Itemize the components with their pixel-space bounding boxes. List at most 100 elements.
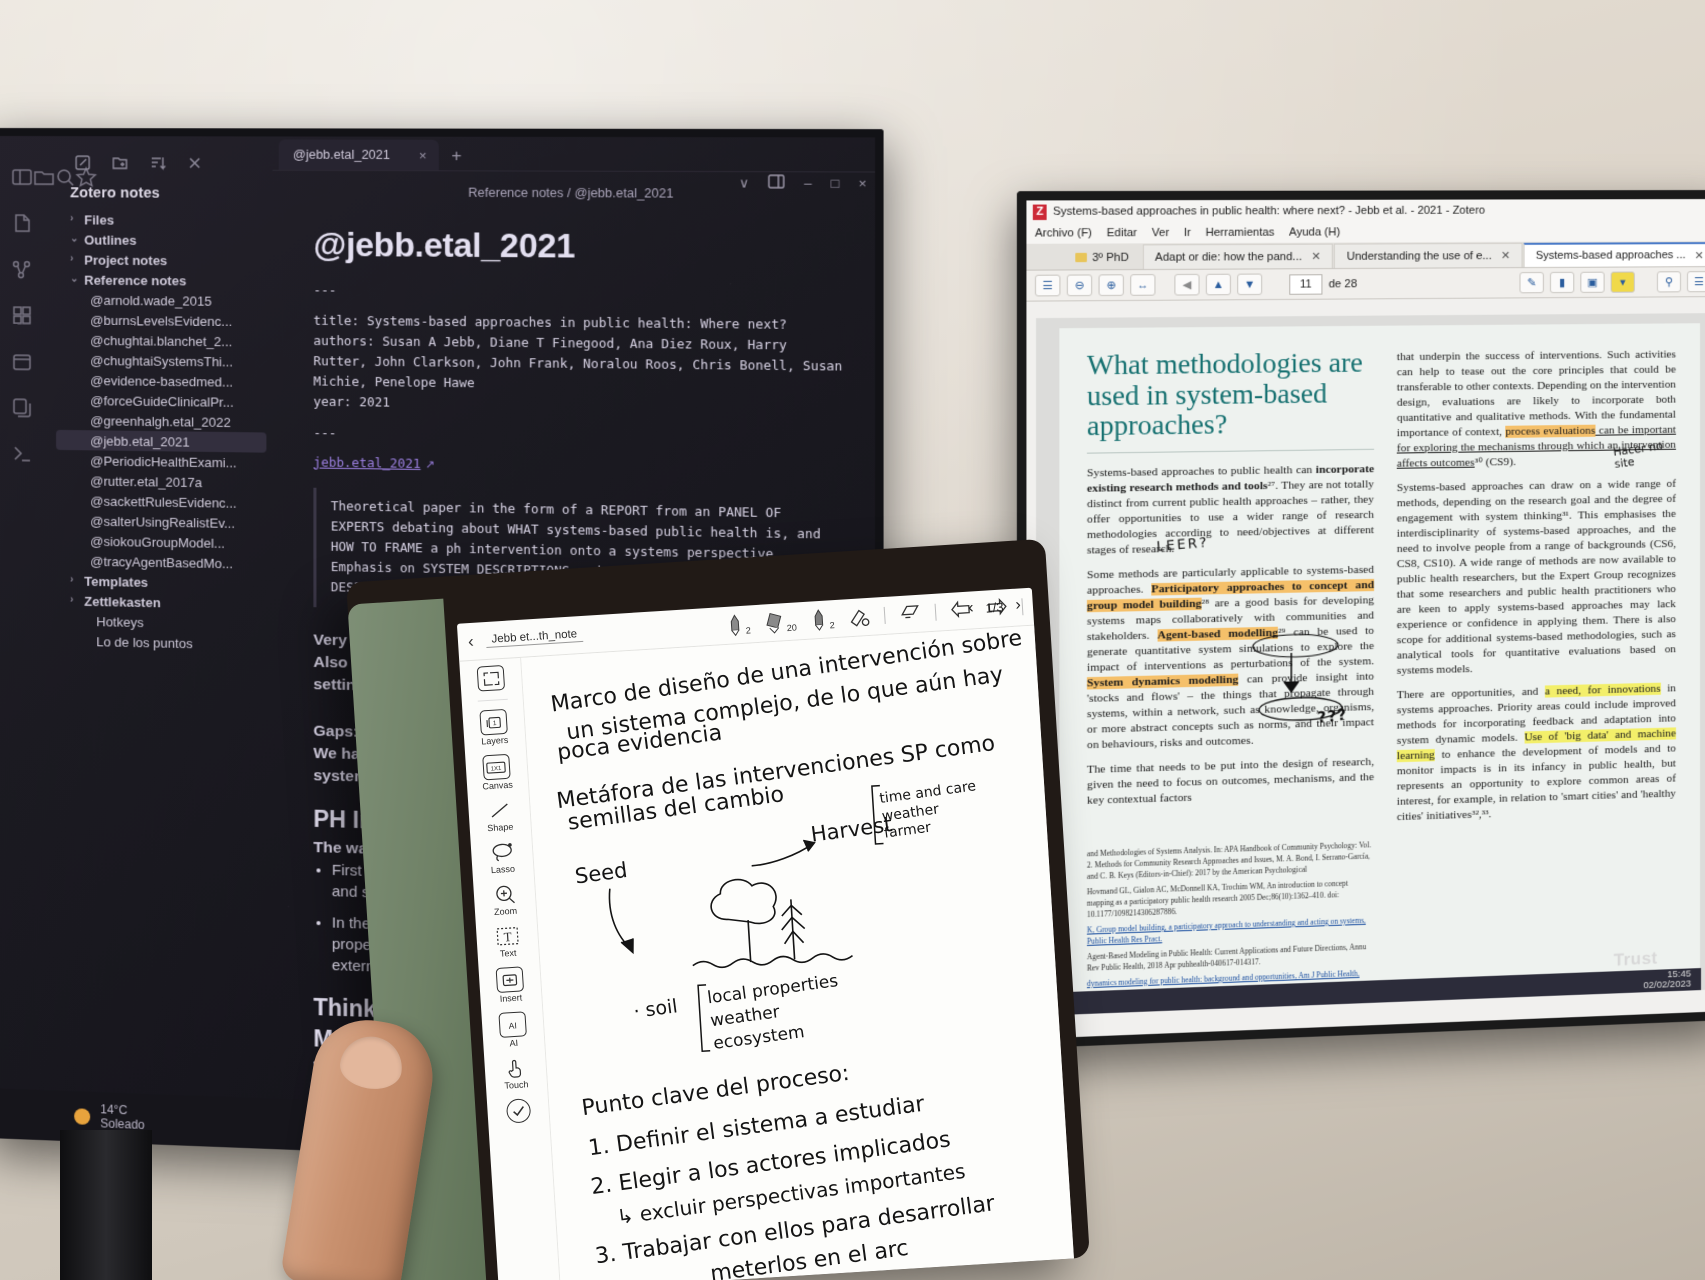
tree-file[interactable]: Lo de los puntos bbox=[56, 630, 266, 654]
tree-folder[interactable]: › Project notes bbox=[56, 249, 266, 270]
tool-ai[interactable]: AI AI bbox=[498, 1011, 527, 1049]
chevron-right-icon[interactable]: › bbox=[70, 253, 79, 264]
confirm-check-icon[interactable] bbox=[505, 1098, 531, 1124]
tree-file[interactable]: @chughtai.blanchet_2... bbox=[56, 330, 266, 352]
tab-understanding-use[interactable]: Understanding the use of e... ✕ bbox=[1334, 242, 1523, 269]
pencil-icon[interactable]: 2 bbox=[810, 608, 835, 631]
external-link[interactable]: jebb.etal_2021 bbox=[313, 454, 420, 471]
obsidian-ribbon[interactable] bbox=[0, 136, 97, 1090]
minimize-icon[interactable]: – bbox=[804, 175, 812, 190]
tree-file[interactable]: @greenhalgh.etal_2022 bbox=[56, 410, 266, 433]
page-up-icon[interactable]: ▲ bbox=[1205, 273, 1231, 296]
obsidian-file-explorer[interactable]: Zotero notes › Files ⌄ Outlines › Project not… bbox=[48, 136, 273, 1098]
tablet-screen[interactable]: ‹ Jebb et...th_note 2 20 2 ‹ 1/3 › 1 Lay… bbox=[456, 587, 1074, 1280]
tool-layers[interactable]: 1 Layers bbox=[479, 708, 509, 746]
area-select-icon[interactable]: ▣ bbox=[1580, 271, 1605, 293]
back-chevron-icon[interactable]: ‹ bbox=[463, 631, 478, 652]
touch-icon[interactable] bbox=[501, 1056, 529, 1080]
menu-ir[interactable]: Ir bbox=[1184, 227, 1191, 239]
tool-layout[interactable] bbox=[476, 664, 506, 692]
editor-tabstrip[interactable]: @jebb.etal_2021 × + bbox=[272, 136, 876, 173]
tool-insert[interactable]: Insert bbox=[495, 966, 525, 1004]
tool-confirm[interactable] bbox=[505, 1098, 531, 1124]
zotero-pdf-toolbar[interactable]: ☰ ⊖ ⊕ ↔ ◀ ▲ ▼ 11 de 28 ✎ ▮ ▣ ▾ ⚲ ☰ bbox=[1026, 267, 1705, 302]
close-window-icon[interactable]: × bbox=[858, 176, 866, 192]
zoom-in-icon[interactable]: ⊕ bbox=[1098, 274, 1124, 297]
graph-icon[interactable] bbox=[11, 258, 33, 280]
reference-link[interactable]: K, Group model building, a participatory… bbox=[1087, 916, 1366, 946]
page-down-icon[interactable]: ▼ bbox=[1237, 273, 1263, 296]
page-layout-icon[interactable] bbox=[476, 664, 506, 692]
sidebar-toggle-icon[interactable] bbox=[11, 166, 33, 188]
canvas-icon[interactable]: 1X1 bbox=[482, 753, 511, 781]
tree-folder[interactable]: › Files bbox=[56, 209, 266, 230]
layers-icon[interactable]: 1 bbox=[479, 708, 508, 736]
tree-folder[interactable]: ⌄ Reference notes bbox=[56, 269, 266, 291]
menu-herramientas[interactable]: Herramientas bbox=[1206, 226, 1275, 239]
external-link-icon[interactable]: ↗ bbox=[425, 459, 435, 471]
tool-text[interactable]: T Text bbox=[493, 924, 522, 959]
toggle-sidebar-icon[interactable]: ☰ bbox=[1034, 274, 1061, 297]
menu-ayuda[interactable]: Ayuda (H) bbox=[1289, 226, 1340, 238]
close-icon[interactable]: ✕ bbox=[1695, 249, 1704, 262]
prev-page-icon[interactable]: ‹ bbox=[968, 599, 974, 617]
tool-touch[interactable]: Touch bbox=[501, 1056, 530, 1091]
copy-icon[interactable] bbox=[11, 396, 33, 418]
file-icon[interactable] bbox=[11, 212, 33, 234]
tablet-document-name[interactable]: Jebb et...th_note bbox=[485, 627, 584, 648]
tree-file[interactable]: @arnold.wade_2015 bbox=[56, 289, 266, 311]
close-icon[interactable]: ✕ bbox=[1311, 250, 1321, 263]
tool-shape[interactable]: Shape bbox=[485, 799, 514, 834]
menu-editar[interactable]: Editar bbox=[1107, 227, 1137, 239]
chevron-right-icon[interactable]: › bbox=[70, 595, 79, 606]
terminal-icon[interactable] bbox=[11, 442, 33, 464]
split-pane-icon[interactable] bbox=[768, 174, 785, 192]
grid-icon[interactable] bbox=[11, 304, 33, 326]
next-page-icon[interactable]: › bbox=[1015, 596, 1021, 614]
chevron-down-icon[interactable]: ∨ bbox=[739, 175, 749, 191]
chevron-right-icon[interactable]: › bbox=[70, 574, 79, 585]
tree-file[interactable]: @burnsLevelsEvidenc... bbox=[56, 310, 266, 332]
tree-file[interactable]: @chughtaiSystemsThi... bbox=[56, 350, 266, 372]
menu-ver[interactable]: Ver bbox=[1152, 227, 1169, 239]
new-tab-button[interactable]: + bbox=[451, 146, 461, 166]
fit-width-icon[interactable]: ↔ bbox=[1130, 274, 1156, 296]
lasso-icon[interactable] bbox=[488, 841, 516, 865]
close-icon[interactable]: × bbox=[419, 147, 427, 162]
color-picker-icon[interactable]: ▾ bbox=[1610, 271, 1635, 293]
tree-folder[interactable]: ⌄ Outlines bbox=[56, 229, 266, 250]
star-icon[interactable] bbox=[75, 165, 97, 188]
chevron-down-icon[interactable]: ⌄ bbox=[70, 233, 79, 244]
menu-archivo[interactable]: Archivo (F) bbox=[1035, 227, 1092, 240]
search-icon[interactable]: ⚲ bbox=[1656, 271, 1682, 293]
tablet-page-navigator[interactable]: ‹ 1/3 › bbox=[968, 596, 1022, 617]
tab-systems-based[interactable]: Systems-based approaches ... ✕ bbox=[1523, 242, 1705, 268]
pen-icon[interactable]: 2 bbox=[726, 613, 751, 636]
page-number-input[interactable]: 11 bbox=[1289, 273, 1323, 295]
zotero-menubar[interactable]: Archivo (F) Editar Ver Ir Herramientas A… bbox=[1026, 221, 1705, 244]
marker-icon[interactable]: 20 bbox=[764, 610, 797, 634]
tree-file[interactable]: @forceGuideClinicalPr... bbox=[56, 390, 266, 413]
sort-icon[interactable] bbox=[149, 154, 166, 171]
tool-canvas[interactable]: 1X1 Canvas bbox=[480, 753, 513, 792]
calendar-icon[interactable] bbox=[11, 350, 33, 372]
tab-jebb-etal-2021[interactable]: @jebb.etal_2021 × bbox=[278, 139, 440, 171]
tablet-note-canvas[interactable]: Marco de diseño de una intervención sobr… bbox=[521, 625, 1074, 1280]
eraser-icon[interactable] bbox=[848, 605, 871, 628]
new-folder-icon[interactable] bbox=[111, 154, 128, 171]
ai-icon[interactable]: AI bbox=[498, 1011, 527, 1038]
tree-file[interactable]: @jebb.etal_2021 bbox=[56, 429, 267, 453]
zotero-pdf-viewport[interactable]: What methodologies are used in system-ba… bbox=[1036, 313, 1705, 1016]
shape-line-icon[interactable] bbox=[485, 799, 513, 823]
tool-zoom[interactable]: Zoom bbox=[490, 883, 519, 918]
collapse-icon[interactable] bbox=[186, 154, 203, 171]
highlight-pen-icon[interactable]: ✎ bbox=[1519, 271, 1544, 294]
zoom-icon[interactable] bbox=[490, 883, 518, 907]
tab-library[interactable]: 3º PhD bbox=[1062, 244, 1142, 270]
folder-icon[interactable] bbox=[33, 166, 55, 188]
tree-file[interactable]: @evidence-basedmed... bbox=[56, 370, 266, 392]
close-icon[interactable]: ✕ bbox=[1501, 249, 1510, 262]
add-note-icon[interactable]: ▮ bbox=[1549, 271, 1575, 294]
insert-icon[interactable] bbox=[495, 966, 525, 994]
chevron-right-icon[interactable]: › bbox=[70, 213, 79, 224]
